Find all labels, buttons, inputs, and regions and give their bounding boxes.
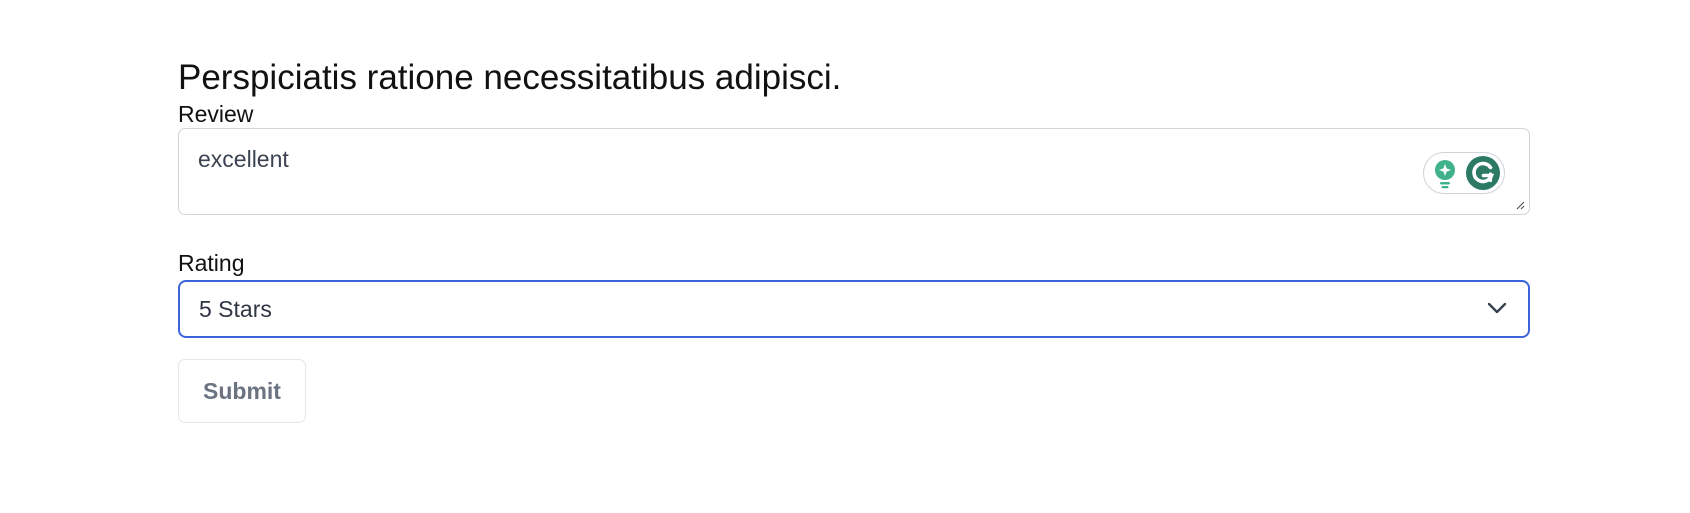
review-textarea[interactable]: excellent — [178, 128, 1530, 215]
page: Perspiciatis ratione necessitatibus adip… — [0, 0, 1690, 513]
review-text: excellent — [198, 146, 289, 172]
lightbulb-icon[interactable] — [1432, 159, 1458, 189]
grammarly-widget[interactable] — [1423, 152, 1505, 194]
rating-selected-value: 5 Stars — [199, 296, 272, 322]
page-title: Perspiciatis ratione necessitatibus adip… — [178, 58, 842, 97]
rating-label: Rating — [178, 250, 245, 276]
review-label: Review — [178, 101, 254, 127]
resize-handle-icon[interactable] — [1515, 200, 1525, 210]
grammarly-g-icon[interactable] — [1466, 156, 1500, 190]
submit-button[interactable]: Submit — [178, 359, 306, 423]
rating-select[interactable]: 5 Stars — [178, 280, 1530, 338]
review-form: Perspiciatis ratione necessitatibus adip… — [178, 56, 1530, 423]
chevron-down-icon — [1487, 302, 1507, 314]
